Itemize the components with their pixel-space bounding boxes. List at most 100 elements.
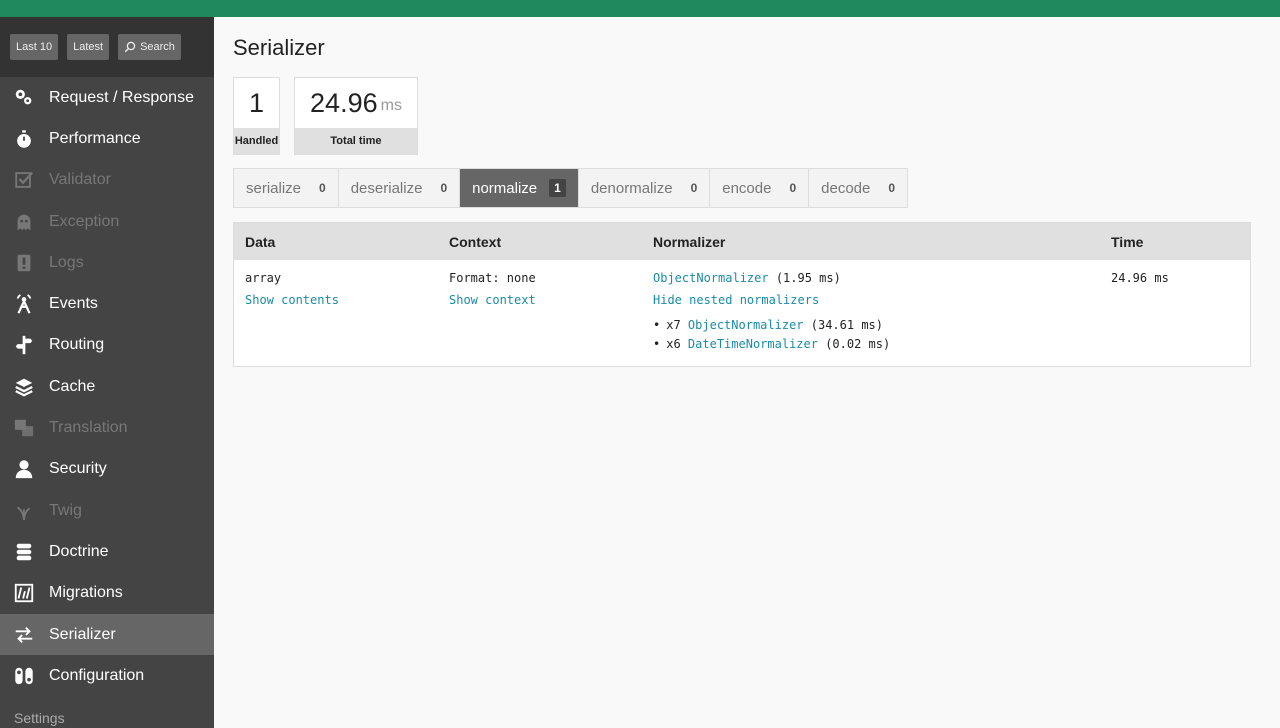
nested-normalizer-link[interactable]: ObjectNormalizer [688,318,804,332]
ghost-icon [12,210,36,234]
sidebar-item-logs[interactable]: Logs [0,242,214,283]
tab-encode[interactable]: encode 0 [710,169,810,207]
toggle-icon [12,664,36,688]
data-value: array [245,271,282,285]
tab-label: denormalize [590,179,673,197]
top-bar [0,0,1280,17]
last-10-button[interactable]: Last 10 [10,34,59,60]
user-icon [12,457,36,481]
sidebar-item-performance[interactable]: Performance [0,118,214,159]
sidebar-item-serializer[interactable]: Serializer [0,613,214,656]
sidebar-item-label: Exception [49,212,120,230]
tab-count-badge: 0 [440,181,448,195]
tab-normalize[interactable]: normalize 1 [460,169,579,207]
sidebar-item-translation[interactable]: Translation [0,407,214,448]
operation-tabs: serialize 0 deserialize 0 normalize 1 denormal… [233,168,909,208]
tab-label: encode [722,179,772,197]
sidebar-toolbar: Last 10 Latest Search [0,17,214,77]
sidebar-item-events[interactable]: Events [0,283,214,324]
search-button[interactable]: Search [118,34,181,60]
sidebar-item-validator[interactable]: Validator [0,160,214,201]
tab-count-badge: 1 [549,179,566,197]
layers-icon [12,375,36,399]
sidebar-item-doctrine[interactable]: Doctrine [0,531,214,572]
checkbox-icon [12,168,36,192]
metric-total-time: 24.96 ms Total time [294,77,418,155]
tab-serialize[interactable]: serialize 0 [234,169,339,207]
sidebar-item-twig[interactable]: Twig [0,490,214,531]
sidebar-item-configuration[interactable]: Configuration [0,655,214,696]
metric-handled: 1 Handled [233,77,281,155]
sidebar-item-label: Routing [49,336,105,354]
logs-icon [12,251,36,275]
hide-nested-link[interactable]: Hide nested normalizers [653,292,1100,314]
header-time: Time [1111,233,1144,250]
gears-icon [12,86,36,110]
list-item: x7 ObjectNormalizer (34.61 ms) [653,316,1100,335]
metric-number: 24.96 [310,87,378,118]
sidebar-item-label: Security [49,460,107,478]
latest-button[interactable]: Latest [67,34,110,60]
tab-count-badge: 0 [888,181,896,195]
metric-unit: ms [380,97,402,114]
show-context-link[interactable]: Show context [449,292,642,314]
nested-time: (0.02 ms) [817,337,891,351]
sidebar-item-request-response[interactable]: Request / Response [0,77,214,118]
search-label: Search [140,41,175,53]
normalizer-time: (1.95 ms) [768,271,841,285]
signpost-icon [12,333,36,357]
normalizer-link[interactable]: ObjectNormalizer [653,271,769,285]
sidebar-item-label: Logs [49,253,84,271]
cell-time: 24.96 ms [1100,270,1250,354]
metric-label: Handled [234,128,280,154]
migrations-icon [12,581,36,605]
sidebar-item-migrations[interactable]: Migrations [0,573,214,614]
arrows-icon [12,623,36,647]
time-value: 24.96 ms [1111,271,1169,285]
translation-icon [12,416,36,440]
cell-context: Format: none Show context [438,270,642,354]
page-title: Serializer [233,35,325,60]
tab-denormalize[interactable]: denormalize 0 [579,169,711,207]
sidebar-item-exception[interactable]: Exception [0,201,214,242]
sidebar-item-label: Validator [49,171,111,189]
twig-icon [12,499,36,523]
panel-menu: Request / Response Performance Validator Ex… [0,77,214,726]
metric-label: Total time [295,128,417,154]
tab-label: serialize [246,179,302,197]
settings-section-label[interactable]: Settings [0,696,214,726]
stopwatch-icon [12,127,36,151]
sidebar-item-label: Migrations [49,584,123,602]
sidebar-item-cache[interactable]: Cache [0,366,214,407]
show-contents-link[interactable]: Show contents [245,292,438,314]
sidebar-item-routing[interactable]: Routing [0,325,214,366]
tab-count-badge: 0 [690,181,698,195]
nested-normalizer-link[interactable]: DateTimeNormalizer [688,337,818,351]
main-panel: Serializer 1 Handled 24.96 ms Total time … [214,17,1280,728]
tab-label: decode [821,179,871,197]
tab-deserialize[interactable]: deserialize 0 [339,169,461,207]
nested-normalizers: x7 ObjectNormalizer (34.61 ms) x6 DateTi… [653,316,1100,354]
last-10-label: Last 10 [16,41,53,53]
sidebar-item-label: Configuration [49,666,145,684]
sidebar-item-label: Request / Response [49,88,194,106]
events-icon [12,292,36,316]
tab-label: deserialize [350,179,423,197]
latest-label: Latest [73,41,104,53]
normalizer-line: ObjectNormalizer (1.95 ms) [653,270,1100,292]
metric-number: 1 [249,87,265,118]
table-header: Data Context Normalizer Time [234,223,1250,260]
header-context: Context [449,233,502,250]
metric-value: 1 [234,78,279,128]
cell-data: array Show contents [234,270,438,354]
sidebar-item-label: Translation [49,419,128,437]
cell-normalizer: ObjectNormalizer (1.95 ms) Hide nested n… [642,270,1100,354]
header-normalizer: Normalizer [653,233,726,250]
table-row: array Show contents Format: none Show co… [234,260,1250,366]
nested-count: x7 [666,318,688,332]
metrics: 1 Handled 24.96 ms Total time [233,77,1261,155]
tab-decode[interactable]: decode 0 [809,169,907,207]
sidebar-item-label: Events [49,295,98,313]
sidebar-item-security[interactable]: Security [0,449,214,490]
tab-count-badge: 0 [789,181,797,195]
